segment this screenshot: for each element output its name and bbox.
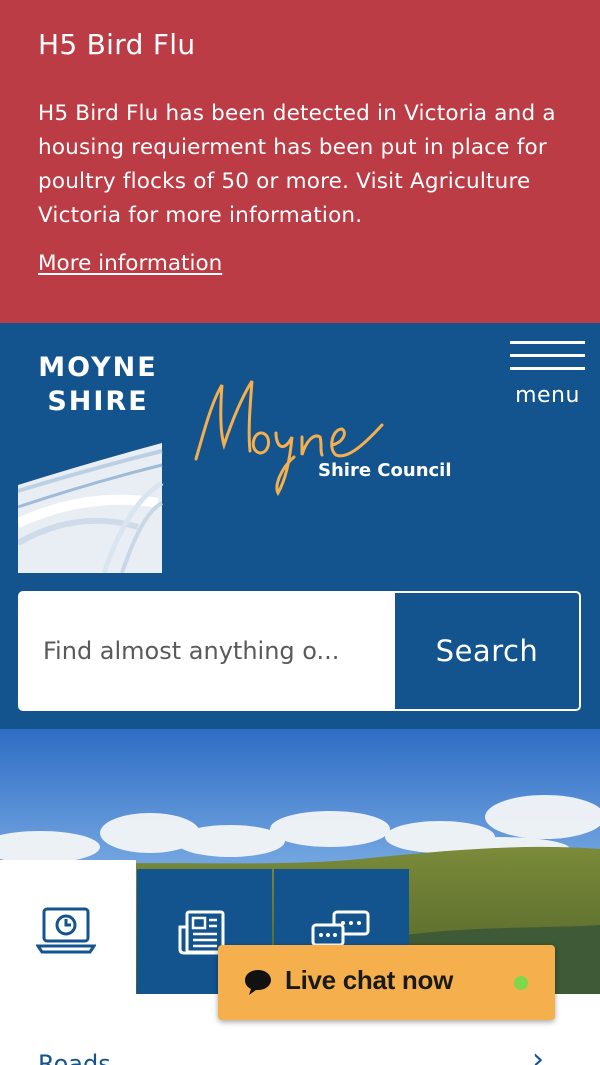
- logo-line-1: MOYNE: [38, 352, 158, 383]
- menu-label: menu: [515, 383, 580, 408]
- search-button[interactable]: Search: [395, 593, 579, 709]
- logo-wordmark: MOYNE SHIRE: [32, 351, 164, 419]
- live-chat-label: Live chat now: [285, 965, 454, 995]
- alert-body: H5 Bird Flu has been detected in Victori…: [38, 101, 556, 228]
- moyne-shire-logo[interactable]: MOYNE SHIRE: [18, 347, 164, 573]
- menu-bar-icon: [510, 341, 585, 344]
- alert-title: H5 Bird Flu: [38, 28, 196, 61]
- menu-bar-icon: [510, 354, 585, 357]
- search-input[interactable]: [20, 593, 395, 709]
- roads-link[interactable]: Roads: [38, 1050, 111, 1065]
- laptop-clock-icon: [36, 907, 96, 954]
- moyne-script-logo: [194, 380, 384, 497]
- live-chat-button[interactable]: Live chat now: [218, 945, 555, 1020]
- menu-bar-icon: [510, 367, 585, 370]
- search-form: Search: [18, 591, 581, 711]
- alert-banner: H5 Bird Flu H5 Bird Flu has been detecte…: [0, 0, 600, 323]
- more-information-link[interactable]: More information: [38, 251, 222, 276]
- speech-bubble-icon: [245, 970, 271, 995]
- logo-arc-icon: [18, 443, 164, 573]
- shire-council-label: Shire Council: [318, 460, 452, 481]
- chevron-right-icon: ›: [532, 1042, 544, 1065]
- quick-tab-services[interactable]: [0, 860, 136, 1000]
- online-status-dot: [514, 976, 528, 990]
- logo-line-2: SHIRE: [47, 386, 149, 417]
- site-header: MOYNE SHIRE Shire Council menu Search: [0, 323, 600, 729]
- menu-button[interactable]: menu: [508, 341, 586, 413]
